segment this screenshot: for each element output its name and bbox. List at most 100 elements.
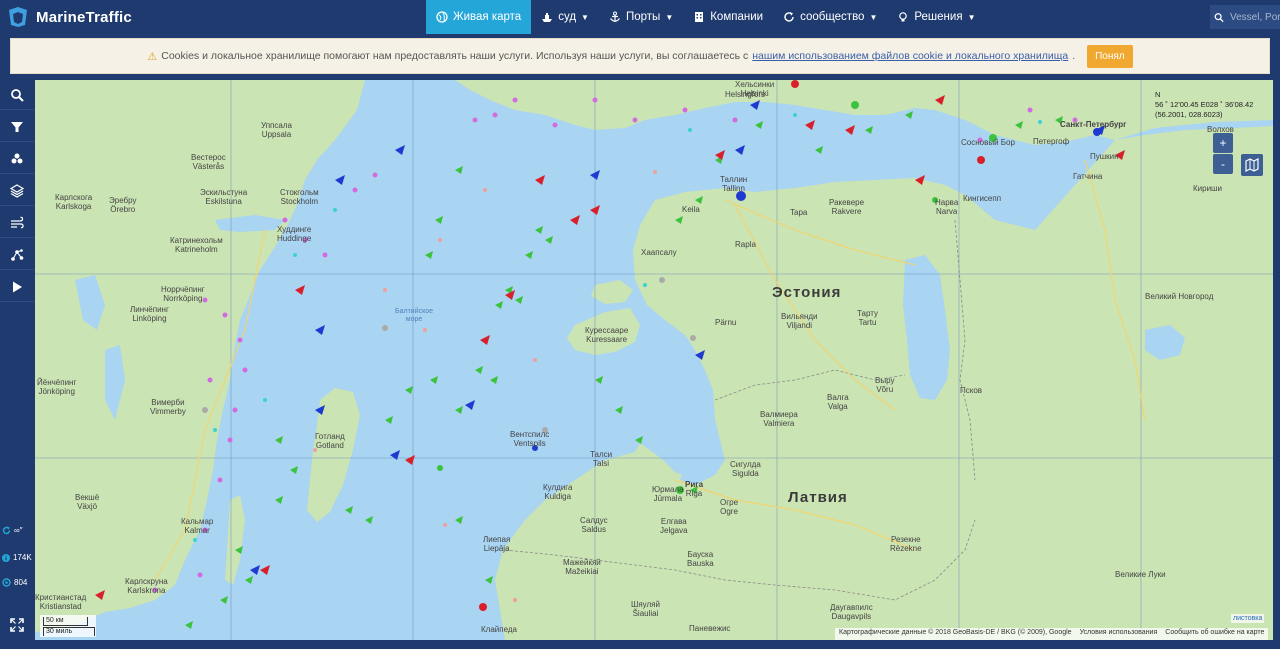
city-label-huddinge: Худдинге Huddinge <box>277 225 312 243</box>
scale-miles: 30 миль <box>43 627 95 636</box>
city-label-pskov: Псков <box>960 386 983 395</box>
nav-vessels[interactable]: суд ▼ <box>531 0 599 34</box>
network-icon <box>11 248 24 261</box>
city-label-sosnovy-bor: Сосновый Бор <box>961 138 1015 147</box>
city-label-kingisepp: Кингисепп <box>963 194 1002 203</box>
nav-community-label: сообщество <box>800 11 865 23</box>
city-label-orebro: Эребру Örebro <box>109 196 137 214</box>
map-attribution: Картографические данные © 2018 GeoBasis-… <box>835 628 1269 640</box>
map-type-button[interactable] <box>1241 154 1263 176</box>
filter-icon <box>11 121 23 132</box>
search-tool-button[interactable] <box>0 80 34 110</box>
city-label-liepaja: Лиепая Liepāja <box>483 535 511 553</box>
playback-tool-button[interactable] <box>0 272 34 302</box>
main-nav: Живая карта суд ▼ Порты ▼ Компании сообщ… <box>426 0 985 34</box>
city-label-riga: Рига Riga <box>685 480 704 498</box>
city-label-klaipeda: Клайпеда <box>481 625 517 634</box>
info-icon <box>2 553 10 562</box>
cookie-accept-button[interactable]: Понял <box>1087 44 1133 68</box>
weather-icon <box>11 153 23 163</box>
globe-icon <box>436 11 448 23</box>
city-label-gotland: Готланд Gotland <box>315 432 345 450</box>
city-label-peterhof: Петергоф <box>1033 137 1070 146</box>
building-icon <box>695 12 704 22</box>
vessel-count-label: 174K <box>13 553 32 562</box>
refresh-icon <box>784 12 794 22</box>
nav-community[interactable]: сообщество ▼ <box>773 0 887 34</box>
weather-tool-button[interactable] <box>0 144 34 174</box>
city-label-jurmala: Юрмала Jūrmala <box>652 485 684 503</box>
layers-tool-button[interactable] <box>0 176 34 206</box>
map-tools-sidebar: ∞″ 174K 804 <box>0 80 34 640</box>
nav-companies[interactable]: Компании <box>683 0 773 34</box>
zoom-out-button[interactable]: - <box>1213 154 1233 174</box>
nav-live-map[interactable]: Живая карта <box>426 0 532 34</box>
filter-tool-button[interactable] <box>0 112 34 142</box>
city-label-talsi: Талси Talsi <box>590 450 613 468</box>
city-label-mazeikiai: Мажейкяй Mažeikiai <box>563 558 601 576</box>
app-name: MarineTraffic <box>36 8 132 26</box>
routes-tool-button[interactable] <box>0 240 34 270</box>
app-logo[interactable]: MarineTraffic <box>6 6 132 28</box>
zoom-in-button[interactable]: + <box>1213 133 1233 153</box>
city-label-linkoping: Линчёпинг Linköping <box>130 305 169 323</box>
fullscreen-icon <box>10 618 24 632</box>
nav-companies-label: Компании <box>710 11 764 23</box>
city-label-ventspils: Вентспилс Ventspils <box>510 430 550 448</box>
vessel-count-stat[interactable]: 174K <box>2 553 32 562</box>
terms-link[interactable]: Условия использования <box>1080 629 1158 639</box>
play-icon <box>13 281 22 292</box>
layers-icon <box>10 183 24 198</box>
city-label-karlskoga: Карлскога Karlskoga <box>55 193 93 211</box>
city-label-bauska: Бауска Bauska <box>687 550 714 568</box>
attribution-text: Картографические данные © 2018 GeoBasis-… <box>839 629 1072 636</box>
city-label-voru: Выру Võru <box>875 376 895 394</box>
search-box[interactable] <box>1210 5 1280 29</box>
cookie-period: . <box>1072 50 1076 62</box>
sea-label-baltic: Балтийское море <box>395 308 434 323</box>
wind-tool-button[interactable] <box>0 208 34 238</box>
city-label-kuldiga: Кулдига Kuldiga <box>543 483 573 501</box>
city-label-kuressaare: Курессааре Kuressaare <box>585 326 629 344</box>
nav-live-map-label: Живая карта <box>453 11 522 23</box>
city-label-haapsalu: Хаапсалу <box>641 248 677 257</box>
target-icon <box>2 578 11 587</box>
search-icon <box>1214 12 1224 22</box>
fullscreen-button[interactable] <box>0 610 34 640</box>
city-label-gatchina: Гатчина <box>1073 172 1103 181</box>
city-label-parnu: Pärnu <box>715 318 737 327</box>
city-label-vasteras: Вестерос Västerås <box>191 153 226 171</box>
nav-ports[interactable]: Порты ▼ <box>599 0 683 34</box>
refresh-icon <box>2 526 11 535</box>
nav-solutions[interactable]: Решения ▼ <box>887 0 985 34</box>
city-label-stockholm: Стокгольм Stockholm <box>280 188 319 206</box>
city-label-keila: Keila <box>682 205 700 214</box>
nav-solutions-label: Решения <box>914 11 963 23</box>
city-label-eskilstuna: Эскильстуна Eskilstuna <box>200 188 248 206</box>
search-icon <box>11 88 24 102</box>
live-map[interactable]: Эстония Латвия Балтийское море Хельсинки… <box>35 80 1273 640</box>
city-label-pushkin: Пушкин <box>1090 152 1119 161</box>
report-error-link[interactable]: Сообщить об ошибке на карте <box>1165 629 1264 639</box>
marinetraffic-logo-icon <box>9 7 27 27</box>
city-label-st-petersburg: Санкт-Петербург <box>1060 120 1127 129</box>
city-label-tallinn: Таллин Tallinn <box>720 175 748 193</box>
city-label-tartu: Тарту Tartu <box>857 309 879 327</box>
nav-ports-label: Порты <box>625 11 661 23</box>
city-label-vimmerby: Вимерби Vimmerby <box>150 398 186 416</box>
refresh-stat-label: ∞″ <box>14 526 23 535</box>
cookie-policy-link[interactable]: нашим использованием файлов cookie и лок… <box>752 50 1068 62</box>
refresh-stat[interactable]: ∞″ <box>2 526 23 535</box>
city-label-ogre: Огре Ogre <box>720 498 739 516</box>
area-count-label: 804 <box>14 578 28 587</box>
city-label-katrineholm: Катринехольм Katrineholm <box>170 236 223 254</box>
city-label-daugavpils: Даугавпилс Daugavpils <box>830 603 873 621</box>
city-label-kirishi: Кириши <box>1193 184 1222 193</box>
map-scale: 50 км 30 миль <box>40 615 96 637</box>
top-navbar: MarineTraffic Живая карта суд ▼ Порты ▼ … <box>0 0 1280 34</box>
city-label-kalmar: Кальмар Kalmar <box>181 517 214 535</box>
cursor-coordinates: N 56 ˚ 12'00.45 E028 ˚ 36'08.42 (56.2001… <box>1155 90 1254 119</box>
area-count-stat[interactable]: 804 <box>2 578 27 587</box>
leaflet-link[interactable]: листовка <box>1231 614 1265 623</box>
search-input[interactable] <box>1230 11 1280 23</box>
